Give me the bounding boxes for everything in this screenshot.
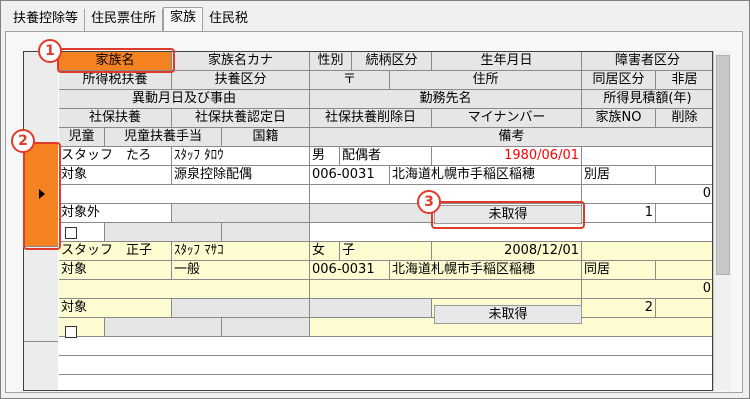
record-2-dokyo[interactable]: 同居 — [582, 261, 656, 280]
record-1-shogaisha[interactable] — [582, 147, 712, 166]
record-2-shaho-sakujo[interactable] — [310, 299, 432, 318]
header-shotokuzei-fuyo[interactable]: 所得税扶養 — [59, 71, 172, 90]
record-1-kazoku-no[interactable]: 1 — [582, 204, 656, 223]
header-mynumber[interactable]: マイナンバー — [432, 109, 582, 128]
header-shaho-sakujo[interactable]: 社保扶養削除日 — [310, 109, 432, 128]
record-1-shotokuzei[interactable]: 対象 — [59, 166, 172, 185]
callout-box-1 — [57, 48, 175, 73]
record-2-hikyo[interactable] — [656, 261, 712, 280]
header-zokugara[interactable]: 続柄区分 — [352, 52, 432, 71]
record-2-shogaisha[interactable] — [582, 242, 712, 261]
header-jusho[interactable]: 住所 — [390, 71, 582, 90]
record-2-fuyo-kubun[interactable]: 一般 — [172, 261, 310, 280]
record-2-kokuseki[interactable] — [222, 318, 310, 337]
header-shogaisha[interactable]: 障害者区分 — [582, 52, 712, 71]
tab-juminzei[interactable]: 住民税 — [203, 9, 255, 31]
record-2-shaho-nintei[interactable] — [172, 299, 310, 318]
header-dokyo[interactable]: 同居区分 — [582, 71, 656, 90]
header-jido-teate[interactable]: 児童扶養手当 — [105, 128, 222, 147]
header-sakujo[interactable]: 削除 — [656, 109, 712, 128]
record-2-zokugara[interactable]: 子 — [340, 242, 432, 261]
record-1-birth[interactable]: 1980/06/01 — [432, 147, 582, 166]
header-shotoku-mitsumori[interactable]: 所得見積額(年) — [582, 90, 712, 109]
record-1-zokugara[interactable]: 配偶者 — [340, 147, 432, 166]
header-kazoku-no[interactable]: 家族NO — [582, 109, 656, 128]
record-2-yubin[interactable]: 006-0031 — [310, 261, 390, 280]
record-1-shaho-sakujo[interactable] — [310, 204, 432, 223]
jido-checkbox-record-2[interactable] — [65, 326, 77, 338]
callout-badge-3: 3 — [417, 190, 441, 214]
window-frame: 扶養控除等 住民票住所 家族 住民税 家族名 家族名カナ 性別 続柄区分 生年月… — [0, 0, 750, 399]
record-2-name[interactable]: スタッフ 正子 — [59, 242, 172, 261]
record-2-shotokuzei[interactable]: 対象 — [59, 261, 172, 280]
header-fuyo-kubun[interactable]: 扶養区分 — [172, 71, 310, 90]
row-header-divider — [24, 341, 58, 342]
record-2-birth[interactable]: 2008/12/01 — [432, 242, 582, 261]
record-2-shaho[interactable]: 対象 — [59, 299, 172, 318]
header-kinmusaki[interactable]: 勤務先名 — [310, 90, 582, 109]
record-1-shaho[interactable]: 対象外 — [59, 204, 172, 223]
record-1-jido-teate[interactable] — [105, 223, 222, 242]
record-2-sakujo[interactable] — [656, 299, 712, 318]
tab-fuyo-kojo[interactable]: 扶養控除等 — [7, 9, 86, 31]
header-ido[interactable]: 異動月日及び事由 — [59, 90, 310, 109]
callout-box-3 — [431, 201, 585, 229]
header-seibetsu[interactable]: 性別 — [310, 52, 352, 71]
record-2-jusho[interactable]: 北海道札幌市手稲区稲穂 — [390, 261, 582, 280]
new-record-row[interactable] — [59, 356, 712, 375]
header-biko[interactable]: 備考 — [310, 128, 712, 147]
callout-badge-1: 1 — [38, 39, 62, 63]
record-1-sakujo[interactable] — [656, 204, 712, 223]
record-2-kinmusaki[interactable] — [310, 280, 582, 299]
family-grid: 家族名 家族名カナ 性別 続柄区分 生年月日 障害者区分 所得税扶養 扶養区分 … — [23, 51, 713, 391]
mynumber-button-record-2[interactable]: 未取得 — [434, 305, 582, 324]
record-2-ido[interactable] — [59, 280, 310, 299]
scrollbar-thumb[interactable] — [716, 55, 730, 275]
tab-kazoku[interactable]: 家族 — [163, 7, 204, 32]
callout-box-2 — [23, 142, 61, 250]
header-shaho-fuyo[interactable]: 社保扶養 — [59, 109, 172, 128]
record-1-ido[interactable] — [59, 185, 310, 204]
jido-checkbox-record-1[interactable] — [65, 227, 77, 239]
record-1-shaho-nintei[interactable] — [172, 204, 310, 223]
tab-bar: 扶養控除等 住民票住所 家族 住民税 — [7, 7, 255, 32]
header-seinengappi[interactable]: 生年月日 — [432, 52, 582, 71]
record-2-seibetsu[interactable]: 女 — [310, 242, 340, 261]
header-shaho-nintei[interactable]: 社保扶養認定日 — [172, 109, 310, 128]
vertical-scrollbar[interactable] — [713, 51, 731, 391]
record-2-jido-teate[interactable] — [105, 318, 222, 337]
record-1-kana[interactable]: ｽﾀｯﾌ ﾀﾛｳ — [172, 147, 310, 166]
record-1-fuyo-kubun[interactable]: 源泉控除配偶 — [172, 166, 310, 185]
record-1-jusho[interactable]: 北海道札幌市手稲区稲穂 — [390, 166, 582, 185]
header-hikyo[interactable]: 非居 — [656, 71, 712, 90]
header-yubin[interactable]: 〒 — [310, 71, 390, 90]
new-record-row[interactable] — [59, 375, 712, 390]
tab-juminhyo-jusho[interactable]: 住民票住所 — [85, 9, 164, 31]
record-1-dokyo[interactable]: 別居 — [582, 166, 656, 185]
record-2-mitsumori[interactable]: 0 — [582, 280, 712, 299]
header-kazoku-kana[interactable]: 家族名カナ — [172, 52, 310, 71]
new-record-row[interactable] — [59, 337, 712, 356]
record-1-name[interactable]: スタッフ たろ — [59, 147, 172, 166]
record-1-yubin[interactable]: 006-0031 — [310, 166, 390, 185]
record-2-kazoku-no[interactable]: 2 — [582, 299, 656, 318]
header-jido[interactable]: 児童 — [59, 128, 105, 147]
record-1-hikyo[interactable] — [656, 166, 712, 185]
record-1-seibetsu[interactable]: 男 — [310, 147, 340, 166]
header-kokuseki[interactable]: 国籍 — [222, 128, 310, 147]
record-2-kana[interactable]: ｽﾀｯﾌ ﾏｻｺ — [172, 242, 310, 261]
callout-badge-2: 2 — [11, 129, 35, 153]
record-1-kokuseki[interactable] — [222, 223, 310, 242]
record-1-mitsumori[interactable]: 0 — [582, 185, 712, 204]
